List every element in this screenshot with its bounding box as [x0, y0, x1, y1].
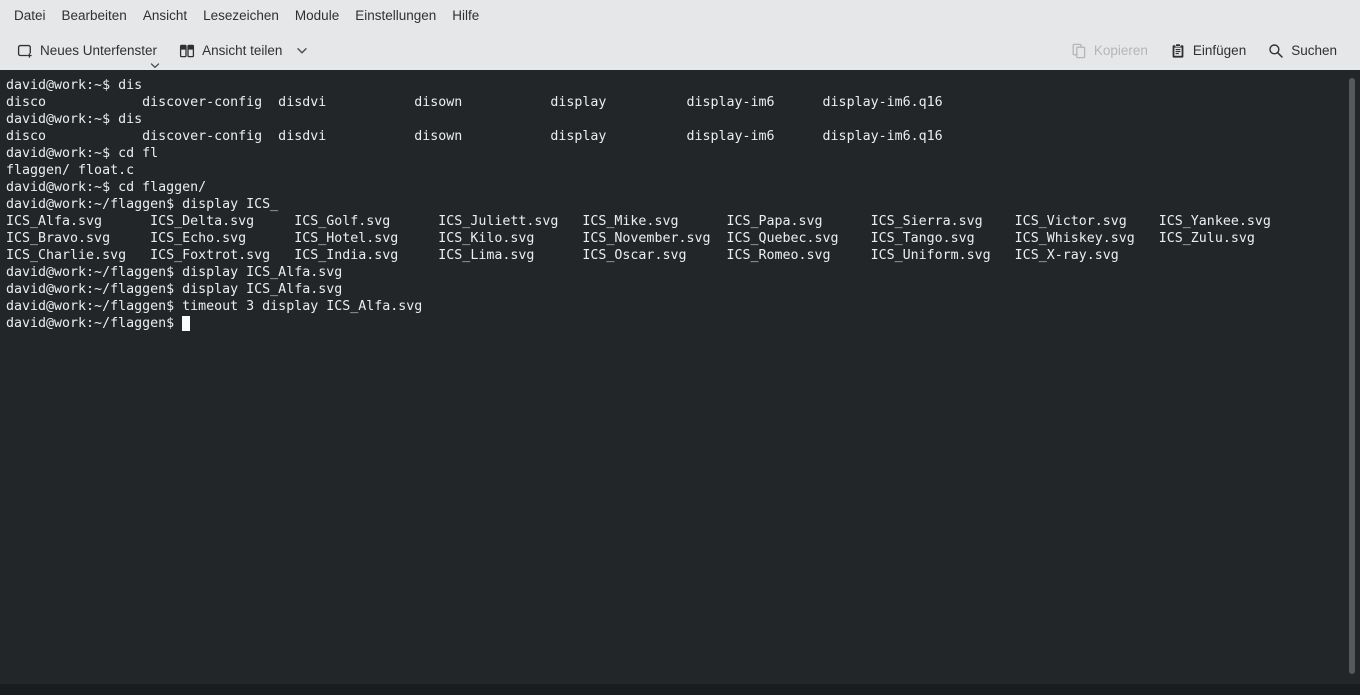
menu-item-bearbeiten[interactable]: Bearbeiten — [54, 0, 135, 31]
terminal-line: ICS_Alfa.svg ICS_Delta.svg ICS_Golf.svg … — [6, 213, 1271, 230]
paste-label: Einfügen — [1193, 43, 1246, 58]
new-tab-icon — [17, 43, 33, 59]
split-view-label: Ansicht teilen — [202, 43, 282, 58]
menu-item-ansicht[interactable]: Ansicht — [135, 0, 195, 31]
terminal-output: david@work:~$ disdisco discover-config d… — [6, 77, 1271, 332]
terminal[interactable]: david@work:~$ disdisco discover-config d… — [0, 70, 1360, 695]
terminal-line: david@work:~/flaggen$ display ICS_ — [6, 196, 1271, 213]
search-label: Suchen — [1291, 43, 1337, 58]
menu-item-module[interactable]: Module — [287, 0, 347, 31]
paste-button[interactable]: Einfügen — [1161, 38, 1255, 64]
terminal-bottom-edge — [0, 684, 1360, 695]
terminal-cursor — [182, 316, 190, 331]
terminal-line: ICS_Charlie.svg ICS_Foxtrot.svg ICS_Indi… — [6, 247, 1271, 264]
search-button[interactable]: Suchen — [1259, 38, 1346, 64]
menu-item-einstellungen[interactable]: Einstellungen — [347, 0, 444, 31]
terminal-line: david@work:~/flaggen$ timeout 3 display … — [6, 298, 1271, 315]
terminal-line: ICS_Bravo.svg ICS_Echo.svg ICS_Hotel.svg… — [6, 230, 1271, 247]
copy-icon — [1071, 43, 1087, 59]
terminal-line: flaggen/ float.c — [6, 162, 1271, 179]
terminal-line: david@work:~/flaggen$ display ICS_Alfa.s… — [6, 281, 1271, 298]
window-chrome: DateiBearbeitenAnsichtLesezeichenModuleE… — [0, 0, 1360, 70]
terminal-line: disco discover-config disdvi disown disp… — [6, 94, 1271, 111]
terminal-line: david@work:~/flaggen$ — [6, 315, 1271, 332]
menu-item-datei[interactable]: Datei — [6, 0, 54, 31]
search-icon — [1268, 43, 1284, 59]
terminal-line: david@work:~$ cd fl — [6, 145, 1271, 162]
copy-label: Kopieren — [1094, 43, 1148, 58]
copy-button[interactable]: Kopieren — [1062, 38, 1157, 64]
paste-icon — [1170, 43, 1186, 59]
new-tab-label: Neues Unterfenster — [40, 43, 157, 58]
terminal-line: david@work:~/flaggen$ display ICS_Alfa.s… — [6, 264, 1271, 281]
split-view-button[interactable]: Ansicht teilen — [170, 38, 317, 64]
terminal-line: david@work:~$ dis — [6, 111, 1271, 128]
scrollbar-thumb[interactable] — [1349, 78, 1355, 674]
terminal-line: david@work:~$ cd flaggen/ — [6, 179, 1271, 196]
menubar: DateiBearbeitenAnsichtLesezeichenModuleE… — [0, 0, 1360, 31]
chevron-down-icon — [150, 63, 160, 69]
terminal-line: david@work:~$ dis — [6, 77, 1271, 94]
split-view-icon — [179, 43, 195, 59]
menu-item-hilfe[interactable]: Hilfe — [444, 0, 487, 31]
terminal-line: disco discover-config disdvi disown disp… — [6, 128, 1271, 145]
scrollbar-track[interactable] — [1346, 70, 1360, 684]
menu-item-lesezeichen[interactable]: Lesezeichen — [195, 0, 287, 31]
toolbar: Neues Unterfenster Ansicht teilen — [0, 31, 1360, 70]
new-tab-button[interactable]: Neues Unterfenster — [8, 38, 166, 64]
chevron-down-icon — [296, 47, 308, 55]
